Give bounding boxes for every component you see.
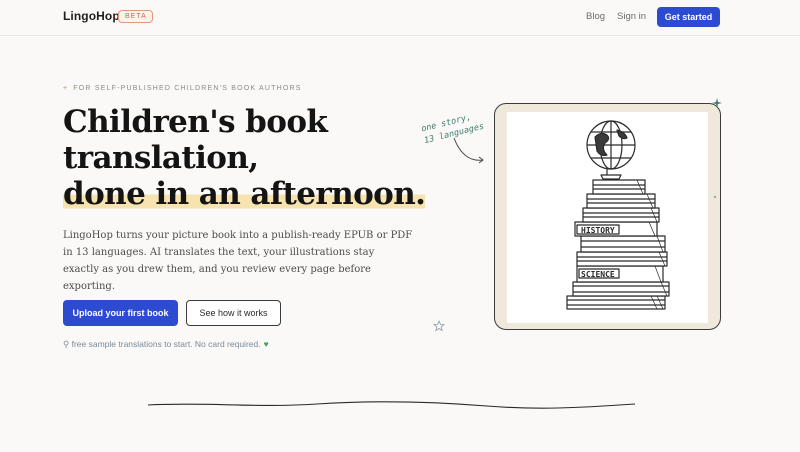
wavy-divider: [147, 401, 636, 409]
sparkle-icon: [712, 98, 722, 108]
gift-icon: ⚲: [63, 339, 70, 349]
free-trial-note-text: free sample translations to start. No ca…: [71, 339, 261, 349]
hero-eyebrow-text: FOR SELF-PUBLISHED CHILDREN'S BOOK AUTHO…: [73, 85, 302, 92]
star-icon: [433, 320, 445, 332]
nav-link-blog[interactable]: Blog: [586, 11, 605, 22]
hero-eyebrow: + FOR SELF-PUBLISHED CHILDREN'S BOOK AUTH…: [63, 85, 302, 92]
hero-headline: Children's book translation, done in an …: [63, 104, 443, 212]
beta-badge: BETA: [118, 10, 153, 23]
free-trial-note: ⚲ free sample translations to start. No …: [63, 339, 269, 350]
brand-logo[interactable]: LingoHop: [63, 9, 120, 23]
hero-subtext: LingoHop turns your picture book into a …: [63, 230, 413, 292]
headline-highlight: done in an afternoon.: [63, 176, 426, 212]
book-stack-illustration: HISTORY SCIENCE: [507, 112, 708, 323]
curved-arrow-icon: [453, 137, 484, 164]
see-how-it-works-button[interactable]: See how it works: [186, 300, 281, 326]
nav-link-sign-in[interactable]: Sign in: [617, 11, 646, 22]
heart-icon: ♥: [263, 339, 269, 349]
get-started-button[interactable]: Get started: [657, 7, 720, 27]
book-label-history: HISTORY: [581, 226, 615, 235]
books-and-globe-drawing: HISTORY SCIENCE: [566, 120, 670, 310]
book-label-science: SCIENCE: [581, 270, 615, 279]
headline-line-2: translation,: [63, 140, 259, 176]
dot-icon: [713, 195, 717, 199]
sparkle-icon: +: [63, 85, 69, 92]
hero-illustration-card: HISTORY SCIENCE: [494, 103, 721, 330]
upload-first-book-button[interactable]: Upload your first book: [63, 300, 178, 326]
top-nav: LingoHop BETA Blog Sign in Get started: [0, 0, 800, 36]
headline-line-1: Children's book: [63, 104, 328, 140]
